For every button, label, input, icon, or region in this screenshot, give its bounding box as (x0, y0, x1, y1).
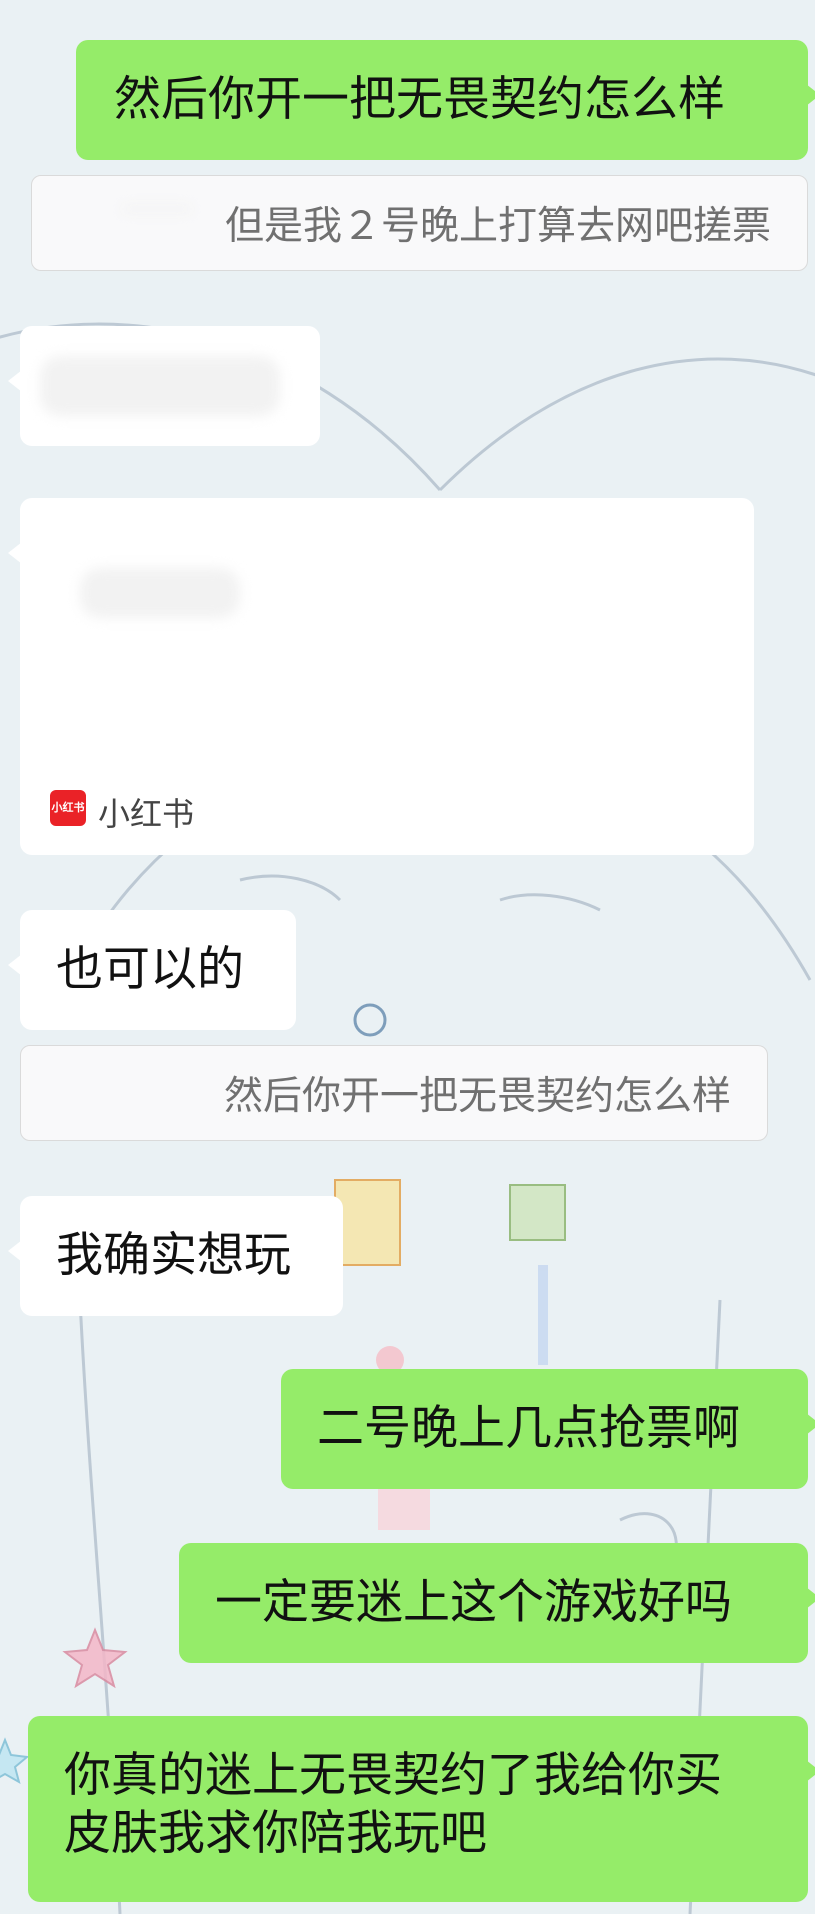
quoted-text: 但是我２号晚上打算去网吧搓票 (224, 204, 771, 249)
card-source-label: 小红书 (98, 795, 195, 833)
message-bubble-incoming[interactable]: 我确实想玩 (8, 1196, 343, 1316)
shared-card-rednote[interactable]: 小红书 小红书 (8, 498, 754, 855)
message-text-line-1: 你真的迷上无畏契约了我给你买 (64, 1748, 722, 1803)
message-bubble-outgoing[interactable]: 二号晚上几点抢票啊 (281, 1369, 815, 1489)
message-text: 一定要迷上这个游戏好吗 (215, 1575, 732, 1630)
quoted-message[interactable]: 但是我２号晚上打算去网吧搓票 (31, 175, 808, 271)
redacted-content (40, 356, 280, 416)
message-bubble-outgoing[interactable]: 然后你开一把无畏契约怎么样 (76, 40, 815, 160)
message-bubble-incoming[interactable] (8, 326, 320, 446)
card-preview-redacted (80, 568, 240, 618)
quoted-message[interactable]: 然后你开一把无畏契约怎么样 (20, 1045, 768, 1141)
message-text: 然后你开一把无畏契约怎么样 (114, 72, 725, 127)
message-bubble-outgoing[interactable]: 你真的迷上无畏契约了我给你买 皮肤我求你陪我玩吧 (28, 1716, 815, 1902)
message-bubble-incoming[interactable]: 也可以的 (8, 910, 296, 1030)
redacted-name (122, 206, 192, 212)
quoted-text: 然后你开一把无畏契约怎么样 (223, 1074, 731, 1119)
message-bubble-outgoing[interactable]: 一定要迷上这个游戏好吗 (179, 1543, 815, 1663)
message-text: 二号晚上几点抢票啊 (317, 1401, 740, 1456)
message-text-line-2: 皮肤我求你陪我玩吧 (64, 1806, 487, 1861)
rednote-logo-icon: 小红书 (50, 790, 86, 826)
message-text: 也可以的 (56, 942, 244, 997)
message-text: 我确实想玩 (56, 1228, 291, 1283)
